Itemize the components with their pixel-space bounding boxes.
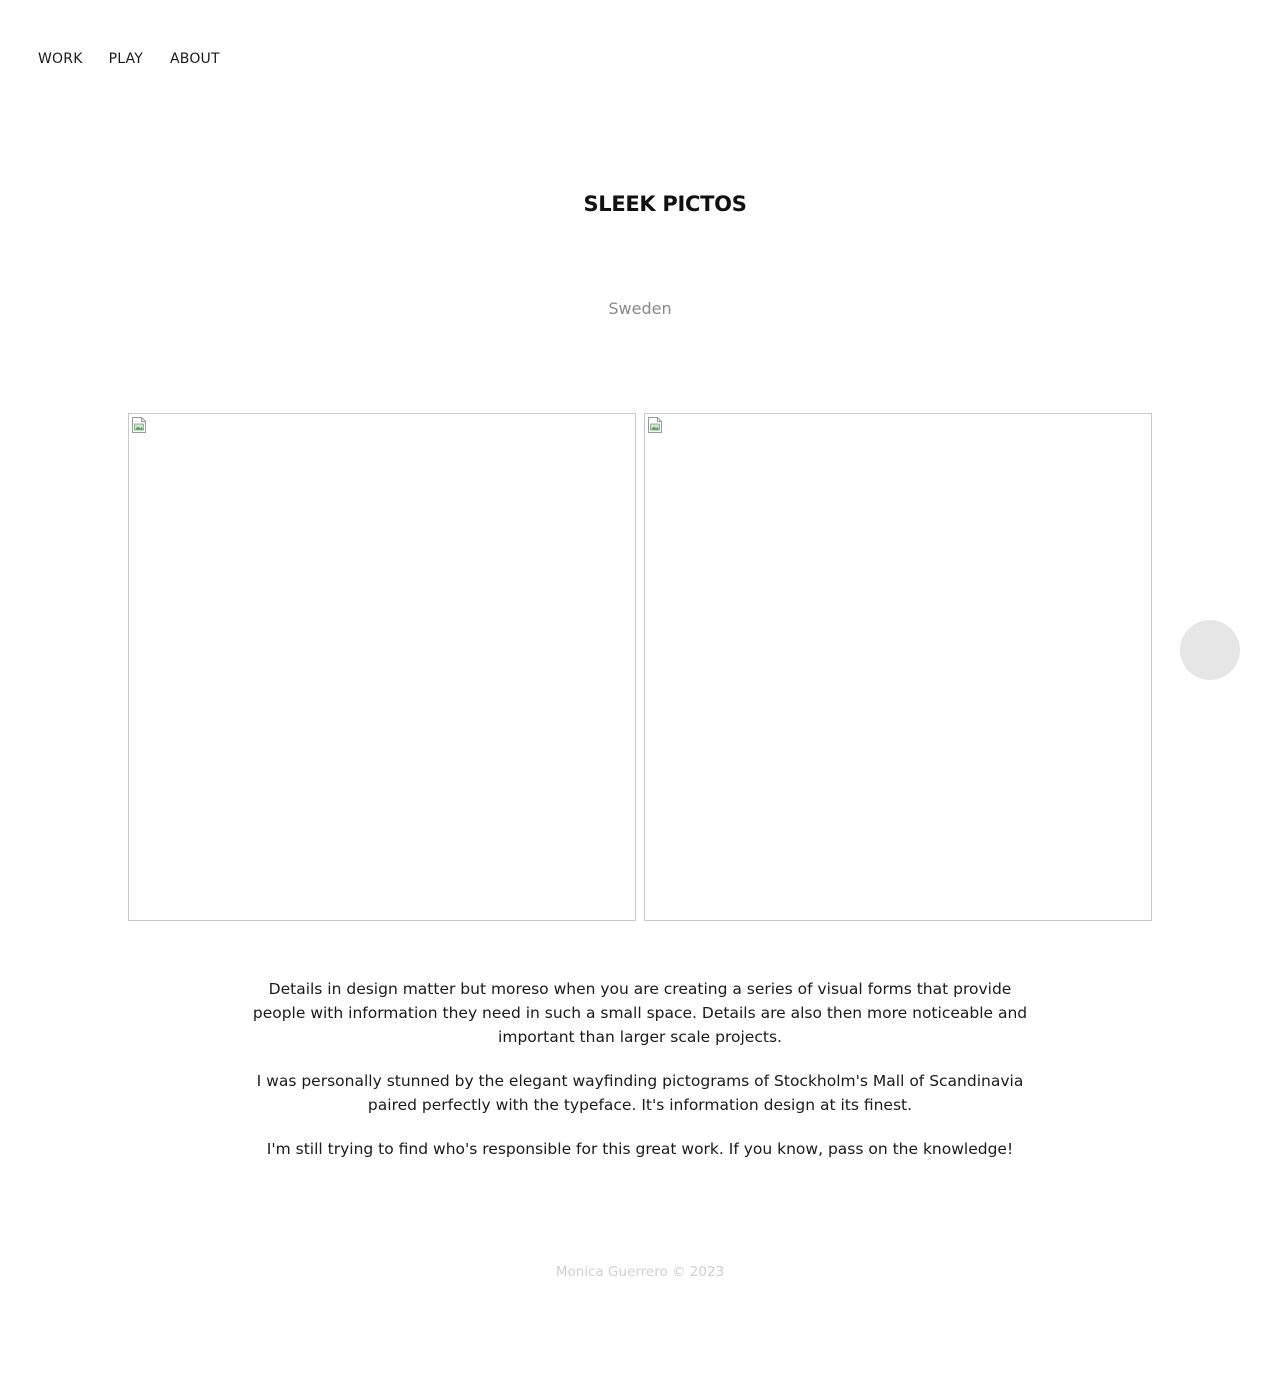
floating-round-button[interactable] xyxy=(1180,620,1240,680)
broken-image-icon xyxy=(648,417,662,433)
description-paragraph-1: Details in design matter but moreso when… xyxy=(252,980,1028,1046)
nav-link-play[interactable]: PLAY xyxy=(109,49,143,69)
project-image-1 xyxy=(128,413,636,921)
description-paragraph-2: I was personally stunned by the elegant … xyxy=(256,1072,1024,1114)
project-image-2 xyxy=(644,413,1152,921)
nav-link-about[interactable]: ABOUT xyxy=(170,49,220,69)
project-location: Sweden xyxy=(608,299,672,318)
nav-link-work[interactable]: WORK xyxy=(38,49,83,69)
description-paragraph-3: I'm still trying to find who's responsib… xyxy=(266,1140,1014,1158)
project-title: SLEEK PICTOS xyxy=(583,192,747,216)
broken-image-icon xyxy=(132,417,146,433)
footer-copyright: Monica Guerrero © 2023 xyxy=(555,1264,725,1280)
project-description: Details in design matter but moreso when… xyxy=(240,977,1040,1181)
main-nav: WORK PLAY ABOUT xyxy=(38,49,220,69)
